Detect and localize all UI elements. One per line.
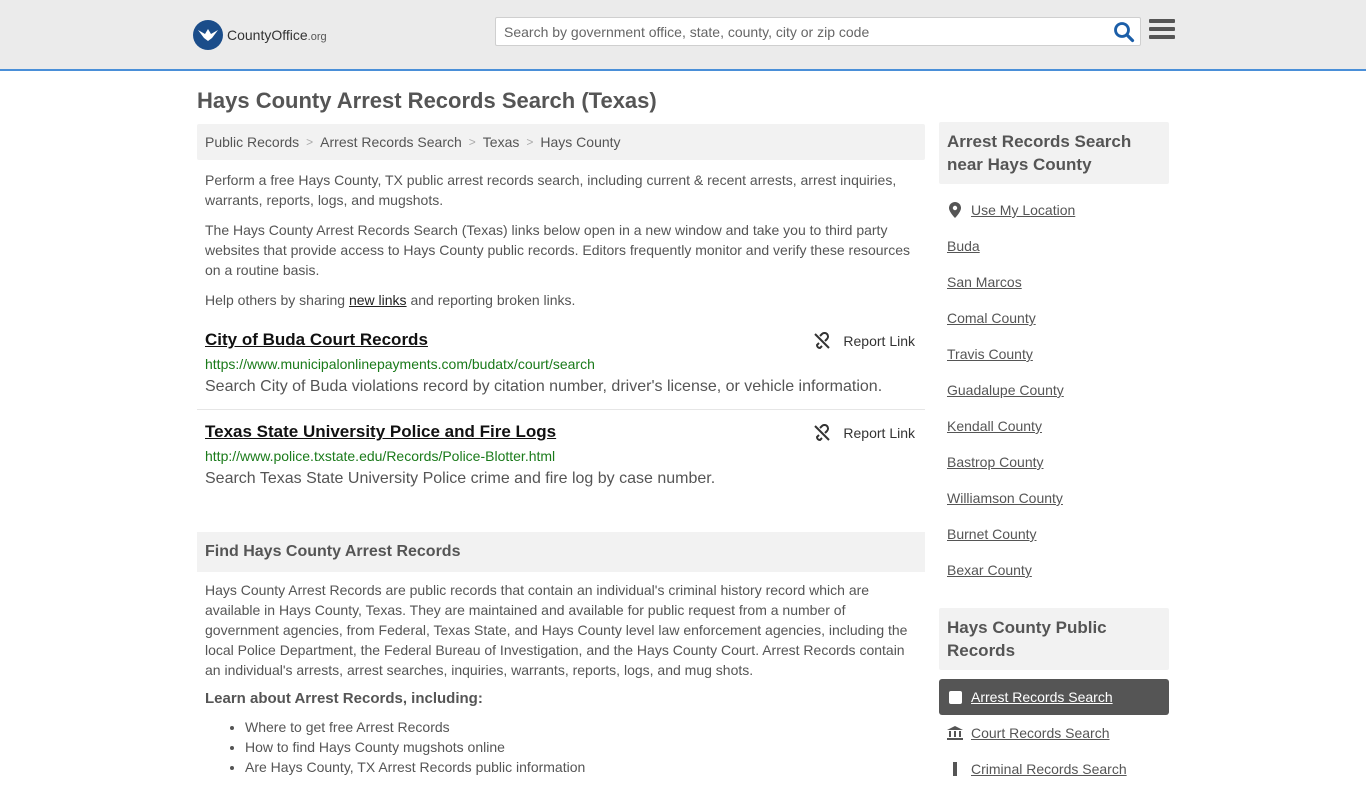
- breadcrumb-hays-county[interactable]: Hays County: [540, 134, 620, 150]
- breadcrumb-separator: >: [306, 135, 314, 149]
- sidebar-item-san-marcos[interactable]: San Marcos: [947, 264, 1161, 300]
- new-links-link[interactable]: new links: [349, 292, 407, 308]
- sidebar-nearby: Arrest Records Search near Hays County U…: [939, 122, 1169, 588]
- search-box: [495, 17, 1141, 46]
- use-my-location-link[interactable]: Use My Location: [947, 192, 1161, 228]
- learn-heading: Learn about Arrest Records, including:: [205, 690, 483, 707]
- intro-paragraph-2: The Hays County Arrest Records Search (T…: [205, 222, 910, 278]
- breadcrumb-public-records[interactable]: Public Records: [205, 134, 299, 150]
- sidebar-public-heading: Hays County Public Records: [939, 608, 1169, 670]
- report-link-button[interactable]: Report Link: [813, 332, 915, 350]
- record-item: Texas State University Police and Fire L…: [197, 422, 925, 488]
- logo-suffix: .org: [307, 31, 327, 43]
- eagle-icon: [193, 20, 223, 50]
- sidebar-item-travis-county[interactable]: Travis County: [947, 336, 1161, 372]
- breadcrumb-separator: >: [468, 135, 476, 149]
- list-item: How to find Hays County mugshots online: [245, 737, 925, 757]
- report-link-label: Report Link: [843, 333, 915, 349]
- record-url: https://www.municipalonlinepayments.com/…: [205, 356, 595, 372]
- site-logo[interactable]: CountyOffice.org: [193, 20, 327, 50]
- main-content: Perform a free Hays County, TX public ar…: [197, 170, 925, 488]
- breadcrumb-texas[interactable]: Texas: [483, 134, 520, 150]
- learn-list: Where to get free Arrest Records How to …: [197, 717, 925, 777]
- record-url: http://www.police.txstate.edu/Records/Po…: [205, 448, 556, 464]
- sidebar-item-guadalupe-county[interactable]: Guadalupe County: [947, 372, 1161, 408]
- logo-text: CountyOffice: [227, 27, 308, 43]
- find-section-heading: Find Hays County Arrest Records: [197, 532, 925, 572]
- sidebar-public-records: Hays County Public Records Arrest Record…: [939, 608, 1169, 787]
- hamburger-menu-icon[interactable]: [1149, 19, 1175, 43]
- record-description: Search City of Buda violations record by…: [205, 378, 883, 395]
- share-paragraph: Help others by sharing new links and rep…: [205, 292, 576, 308]
- search-input[interactable]: [496, 18, 1096, 45]
- record-item: City of Buda Court Records Report Link h…: [197, 330, 925, 396]
- sidebar-item-williamson-county[interactable]: Williamson County: [947, 480, 1161, 516]
- sidebar-item-kendall-county[interactable]: Kendall County: [947, 408, 1161, 444]
- breadcrumb-arrest-records[interactable]: Arrest Records Search: [320, 134, 462, 150]
- map-pin-icon: [947, 202, 963, 218]
- breadcrumb-separator: >: [526, 135, 534, 149]
- sidebar-item-arrest-records-search[interactable]: Arrest Records Search: [939, 679, 1169, 715]
- find-section-paragraph: Hays County Arrest Records are public re…: [205, 582, 908, 678]
- courthouse-icon: [947, 726, 963, 740]
- page-title: Hays County Arrest Records Search (Texas…: [197, 88, 657, 113]
- sidebar-item-bastrop-county[interactable]: Bastrop County: [947, 444, 1161, 480]
- report-link-label: Report Link: [843, 425, 915, 441]
- sidebar-item-buda[interactable]: Buda: [947, 228, 1161, 264]
- sidebar-item-comal-county[interactable]: Comal County: [947, 300, 1161, 336]
- record-description: Search Texas State University Police cri…: [205, 470, 716, 487]
- sidebar-item-burnet-county[interactable]: Burnet County: [947, 516, 1161, 552]
- record-title-link[interactable]: City of Buda Court Records: [205, 330, 428, 349]
- site-header: CountyOffice.org: [0, 0, 1366, 71]
- list-item: Where to get free Arrest Records: [245, 717, 925, 737]
- report-link-button[interactable]: Report Link: [813, 424, 915, 442]
- handcuffs-icon: [947, 762, 963, 776]
- sidebar-item-criminal-records-search[interactable]: Criminal Records Search: [939, 751, 1169, 787]
- list-item: Are Hays County, TX Arrest Records publi…: [245, 757, 925, 777]
- record-title-link[interactable]: Texas State University Police and Fire L…: [205, 422, 556, 441]
- divider: [197, 409, 925, 410]
- sidebar-nearby-heading: Arrest Records Search near Hays County: [939, 122, 1169, 184]
- sidebar-item-court-records-search[interactable]: Court Records Search: [939, 715, 1169, 751]
- checkbox-icon: [949, 690, 962, 704]
- breadcrumb: Public Records > Arrest Records Search >…: [197, 124, 925, 160]
- find-section-body: Hays County Arrest Records are public re…: [197, 580, 925, 777]
- broken-link-icon: [814, 332, 831, 350]
- broken-link-icon: [814, 424, 831, 442]
- sidebar-item-bexar-county[interactable]: Bexar County: [947, 552, 1161, 588]
- intro-paragraph: Perform a free Hays County, TX public ar…: [205, 172, 897, 208]
- search-icon[interactable]: [1113, 21, 1135, 43]
